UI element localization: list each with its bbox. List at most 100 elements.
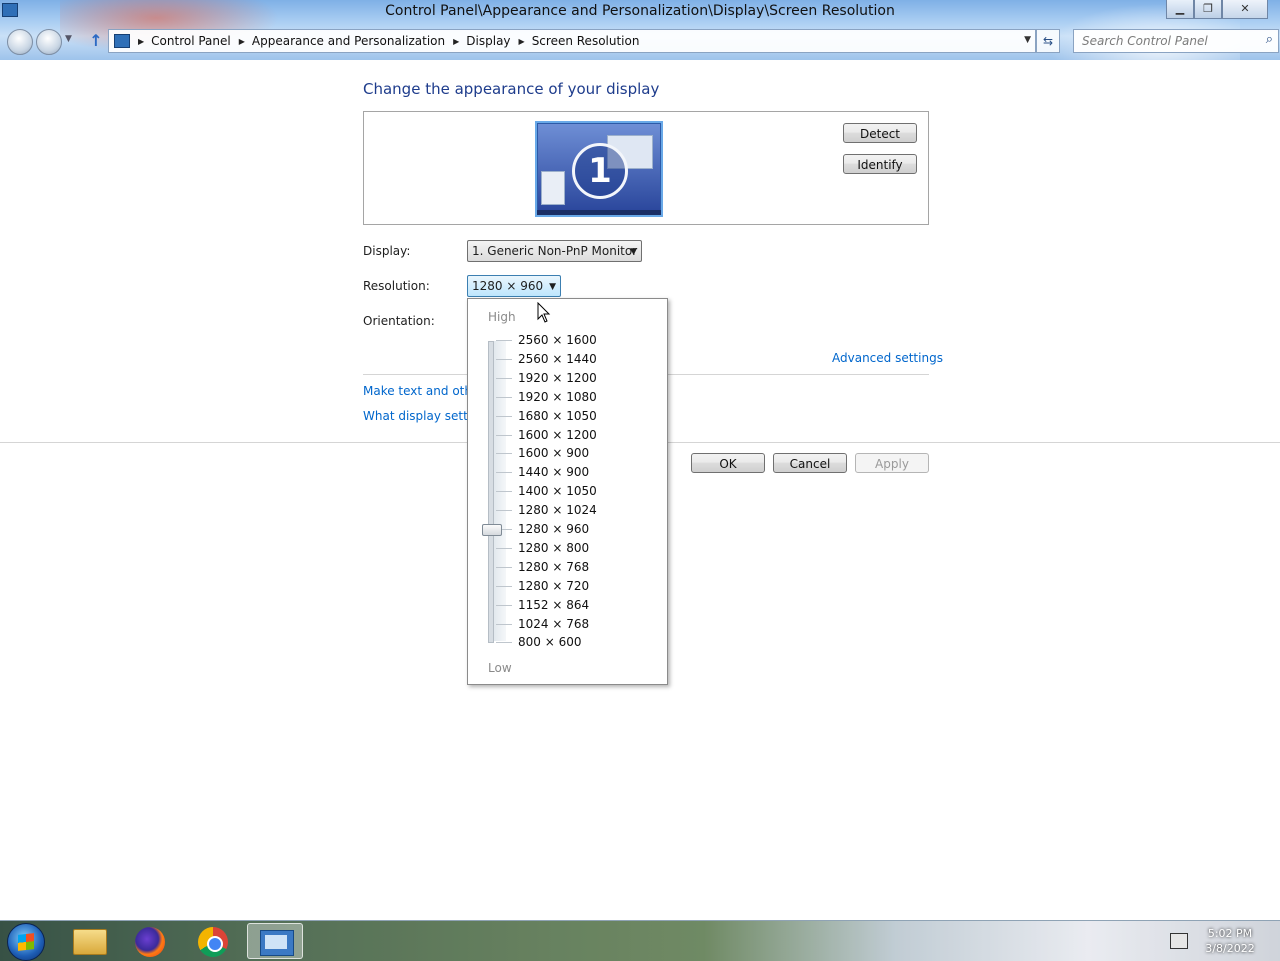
monitor-preview-area: 1 Detect Identify	[363, 111, 929, 225]
breadcrumb-separator-icon[interactable]: ▶	[519, 37, 525, 46]
address-bar[interactable]: ▶ Control Panel ▶ Appearance and Persona…	[108, 29, 1036, 53]
chevron-down-icon: ▼	[549, 282, 556, 292]
window-title: Control Panel\Appearance and Personaliza…	[385, 3, 895, 19]
resolution-select-value: 1280 × 960	[472, 279, 544, 293]
cancel-button[interactable]: Cancel	[773, 453, 847, 473]
taskbar-file-explorer[interactable]	[61, 923, 117, 959]
slider-tick	[496, 377, 512, 379]
window-controls: ▁ ❐ ✕	[1166, 0, 1268, 19]
slider-tick	[496, 340, 512, 341]
slider-tick	[496, 434, 512, 436]
resolution-option[interactable]: 1440 × 900	[518, 463, 589, 482]
chevron-down-icon: ▼	[630, 247, 637, 257]
slider-tick	[496, 566, 512, 568]
resolution-option[interactable]: 2560 × 1440	[518, 350, 597, 369]
mouse-cursor-icon	[537, 302, 551, 323]
search-input[interactable]: Search Control Panel ⌕	[1073, 29, 1279, 53]
slider-tick	[496, 453, 512, 455]
display-select-value: 1. Generic Non-PnP Monitor	[472, 244, 638, 258]
resolution-option[interactable]: 1920 × 1200	[518, 369, 597, 388]
resolution-option[interactable]: 1280 × 720	[518, 577, 589, 596]
breadcrumb-control-panel[interactable]: Control Panel	[151, 34, 231, 48]
resolution-option[interactable]: 1280 × 768	[518, 558, 589, 577]
close-button[interactable]: ✕	[1222, 0, 1268, 19]
taskbar-firefox[interactable]	[123, 923, 179, 959]
resolution-option[interactable]: 1400 × 1050	[518, 482, 597, 501]
start-button[interactable]	[7, 923, 45, 961]
firefox-icon	[135, 927, 165, 957]
detect-button[interactable]: Detect	[843, 123, 917, 143]
refresh-icon[interactable]: ⇆	[1036, 29, 1060, 53]
resolution-popup: High 2560 × 1600 2560 × 1440 1920 × 1200 19…	[467, 298, 668, 685]
slider-tick	[496, 358, 512, 360]
resolution-option[interactable]: 2560 × 1600	[518, 331, 597, 350]
resolution-option[interactable]: 800 × 600	[518, 633, 582, 652]
window-titlebar: Control Panel\Appearance and Personaliza…	[0, 0, 1280, 60]
monitor-window-graphic	[541, 171, 565, 205]
resolution-option[interactable]: 1152 × 864	[518, 596, 589, 615]
advanced-settings-link[interactable]: Advanced settings	[832, 351, 943, 365]
control-panel-icon	[260, 930, 294, 956]
display-label: Display:	[363, 244, 411, 258]
slider-tick	[496, 510, 512, 512]
breadcrumb-separator-icon[interactable]: ▶	[453, 37, 459, 46]
slider-tick	[496, 415, 512, 417]
page-title: Change the appearance of your display	[363, 80, 660, 98]
breadcrumb-display[interactable]: Display	[466, 34, 510, 48]
chevron-down-icon[interactable]: ▼	[1024, 35, 1031, 45]
apply-button[interactable]: Apply	[855, 453, 929, 473]
search-icon[interactable]: ⌕	[1266, 32, 1273, 47]
resolution-option[interactable]: 1920 × 1080	[518, 388, 597, 407]
display-select[interactable]: 1. Generic Non-PnP Monitor ▼	[467, 240, 642, 262]
file-explorer-icon	[73, 929, 107, 955]
slider-tick	[496, 547, 512, 549]
slider-tick	[496, 472, 512, 474]
taskbar: 5:02 PM 3/8/2022	[0, 920, 1280, 961]
taskbar-clock[interactable]: 5:02 PM 3/8/2022	[1196, 926, 1264, 956]
up-arrow-icon[interactable]: ↑	[86, 31, 106, 51]
control-panel-icon	[114, 34, 130, 48]
taskbar-control-panel[interactable]	[247, 923, 303, 959]
forward-button[interactable]	[36, 29, 62, 55]
breadcrumb-separator-icon[interactable]: ▶	[239, 37, 245, 46]
ok-button[interactable]: OK	[691, 453, 765, 473]
high-label: High	[488, 310, 516, 324]
slider-tick	[496, 585, 512, 587]
slider-tick	[496, 491, 512, 493]
search-placeholder: Search Control Panel	[1082, 34, 1208, 48]
resolution-option[interactable]: 1680 × 1050	[518, 407, 597, 426]
slider-tick	[496, 642, 512, 644]
monitor-1-tile[interactable]: 1	[535, 121, 663, 217]
clock-time: 5:02 PM	[1207, 927, 1253, 940]
resolution-option[interactable]: 1600 × 900	[518, 444, 589, 463]
breadcrumb-separator-icon[interactable]: ▶	[138, 37, 144, 46]
breadcrumb-screen-resolution[interactable]: Screen Resolution	[532, 34, 640, 48]
chrome-icon	[198, 927, 228, 957]
identify-button[interactable]: Identify	[843, 154, 917, 174]
resolution-option[interactable]: 1280 × 1024	[518, 501, 597, 520]
breadcrumb-appearance[interactable]: Appearance and Personalization	[252, 34, 445, 48]
low-label: Low	[488, 661, 512, 675]
resolution-slider-thumb[interactable]	[482, 524, 502, 536]
network-tray-icon[interactable]	[1170, 933, 1188, 949]
resolution-option[interactable]: 1280 × 800	[518, 539, 589, 558]
recent-pages-dropdown[interactable]: ▼	[65, 34, 72, 44]
slider-tick	[496, 604, 512, 606]
monitor-taskbar-graphic	[537, 210, 661, 215]
resolution-option[interactable]: 1024 × 768	[518, 615, 589, 634]
slider-tick	[496, 396, 512, 398]
control-panel-icon	[2, 3, 18, 17]
monitor-number: 1	[572, 143, 628, 199]
resolution-select[interactable]: 1280 × 960 ▼	[467, 275, 561, 297]
resolution-label: Resolution:	[363, 279, 430, 293]
orientation-label: Orientation:	[363, 314, 435, 328]
resolution-option[interactable]: 1280 × 960	[518, 520, 589, 539]
slider-tick	[496, 623, 512, 625]
resolution-slider-track[interactable]	[488, 341, 494, 643]
resolution-option[interactable]: 1600 × 1200	[518, 426, 597, 445]
maximize-button[interactable]: ❐	[1194, 0, 1222, 19]
taskbar-chrome[interactable]	[185, 923, 241, 959]
back-button[interactable]	[7, 29, 33, 55]
clock-date: 3/8/2022	[1205, 942, 1255, 955]
minimize-button[interactable]: ▁	[1166, 0, 1194, 19]
